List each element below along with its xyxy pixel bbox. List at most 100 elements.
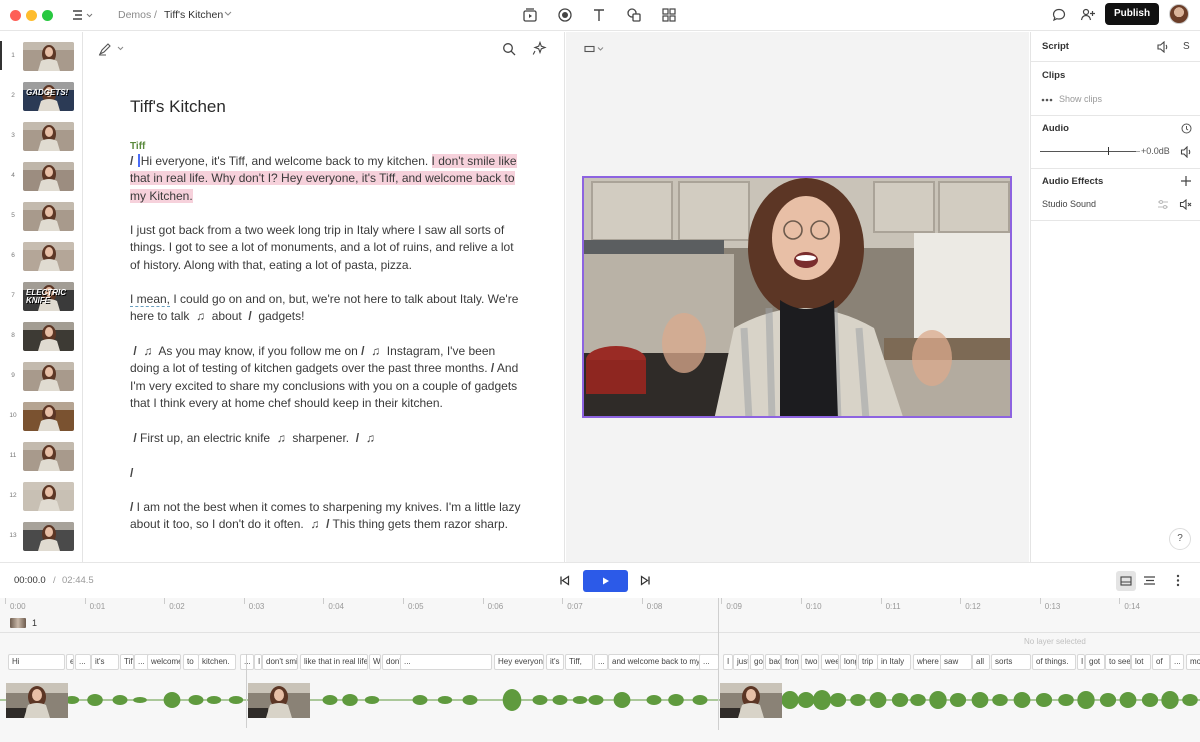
word-chip[interactable]: sorts bbox=[991, 654, 1031, 670]
show-clips-link[interactable]: Show clips bbox=[1059, 94, 1102, 104]
shapes-icon[interactable] bbox=[626, 7, 642, 23]
scene-thumbnail[interactable]: 3 bbox=[0, 120, 83, 156]
word-chip[interactable]: ... bbox=[1170, 654, 1184, 670]
word-chip[interactable]: lot bbox=[1131, 654, 1151, 670]
play-button[interactable] bbox=[583, 570, 628, 592]
word-chip[interactable]: ... bbox=[594, 654, 608, 670]
script-view-icon[interactable] bbox=[1143, 574, 1156, 587]
word-chip[interactable]: Hey everyone, bbox=[494, 654, 544, 670]
speaker-volume-icon[interactable] bbox=[1156, 41, 1170, 53]
word-chip[interactable]: of bbox=[1152, 654, 1170, 670]
scene-thumbnail[interactable]: 2 GADGETS! bbox=[0, 80, 83, 116]
scene-thumbnail[interactable]: 5 bbox=[0, 200, 83, 236]
word-chip[interactable]: in Italy bbox=[877, 654, 911, 670]
word-chip[interactable]: saw bbox=[940, 654, 972, 670]
script-paragraph[interactable]: / ♫ As you may know, if you follow me on… bbox=[130, 343, 522, 412]
more-dots-icon[interactable] bbox=[1041, 98, 1053, 102]
word-chip[interactable]: to bbox=[183, 654, 199, 670]
mute-effect-icon[interactable] bbox=[1179, 199, 1193, 210]
breadcrumb-parent[interactable]: Demos bbox=[118, 9, 151, 21]
add-collaborator-icon[interactable] bbox=[1080, 7, 1096, 23]
word-chip[interactable]: like that in real life. bbox=[300, 654, 368, 670]
skip-forward-icon[interactable] bbox=[640, 575, 651, 586]
scene-thumbnail[interactable]: 4 bbox=[0, 160, 83, 196]
gain-value[interactable]: +0.0dB bbox=[1141, 146, 1170, 156]
scene-thumbnail[interactable]: 10 bbox=[0, 400, 83, 436]
speaker-icon[interactable] bbox=[1180, 146, 1193, 158]
timeline-view-toggle[interactable] bbox=[1116, 571, 1136, 591]
scene-thumbnail[interactable]: 11 bbox=[0, 440, 83, 476]
add-effect-icon[interactable] bbox=[1180, 175, 1192, 187]
scene-thumbnail[interactable]: 1 bbox=[0, 40, 83, 76]
studio-sound-label[interactable]: Studio Sound bbox=[1042, 199, 1096, 209]
text-tool-icon[interactable] bbox=[591, 7, 607, 23]
aspect-ratio-icon[interactable] bbox=[584, 44, 606, 54]
help-button[interactable]: ? bbox=[1169, 528, 1191, 550]
script-paragraph[interactable]: / bbox=[130, 465, 522, 482]
word-chip[interactable]: welcome bbox=[147, 654, 181, 670]
close-window-button[interactable] bbox=[10, 10, 21, 21]
word-chip[interactable]: all bbox=[972, 654, 990, 670]
zoom-window-button[interactable] bbox=[42, 10, 53, 21]
word-chip[interactable]: Tiff, bbox=[120, 654, 134, 670]
skip-back-icon[interactable] bbox=[559, 575, 570, 586]
scene-thumbnail[interactable]: 7 ELECTRIC KNIFE bbox=[0, 280, 83, 316]
word-chip[interactable]: back bbox=[765, 654, 781, 670]
grid-layout-icon[interactable] bbox=[661, 7, 677, 23]
word-chip[interactable]: from bbox=[781, 654, 799, 670]
word-chip[interactable]: ... bbox=[75, 654, 91, 670]
publish-button[interactable]: Publish bbox=[1105, 3, 1159, 25]
more-vertical-icon[interactable] bbox=[1176, 574, 1180, 587]
breadcrumb-current[interactable]: Tiff's Kitchen bbox=[164, 9, 223, 21]
effect-settings-icon[interactable] bbox=[1157, 199, 1169, 210]
media-library-icon[interactable] bbox=[522, 7, 538, 23]
scene-thumbnail[interactable]: 13 bbox=[0, 520, 83, 556]
word-chip[interactable]: I bbox=[1077, 654, 1085, 670]
word-chip[interactable]: it's bbox=[91, 654, 119, 670]
scene-thumbnail[interactable]: 12 bbox=[0, 480, 83, 516]
chevron-down-icon[interactable] bbox=[224, 9, 232, 19]
word-chip[interactable]: two bbox=[801, 654, 819, 670]
word-chip[interactable]: it's bbox=[546, 654, 564, 670]
word-chip[interactable]: ... bbox=[240, 654, 254, 670]
sidebar-menu-icon[interactable] bbox=[72, 7, 94, 23]
script-editor[interactable]: Tiff's Kitchen Tiff / Hi everyone, it's … bbox=[84, 32, 565, 562]
volume-slider-handle[interactable] bbox=[1108, 147, 1109, 155]
speaker-label[interactable]: Tiff bbox=[130, 141, 145, 152]
ai-actions-icon[interactable] bbox=[532, 41, 547, 56]
pen-tool-icon[interactable] bbox=[98, 42, 124, 56]
comments-icon[interactable] bbox=[1051, 7, 1067, 23]
word-chip[interactable]: to see bbox=[1105, 654, 1131, 670]
word-chip[interactable]: got bbox=[750, 654, 764, 670]
word-chip[interactable]: I bbox=[723, 654, 733, 670]
timeline[interactable]: 0:00 0:01 0:02 0:03 0:04 0:05 0:06 0:07 0:08 0:09… bbox=[0, 598, 1200, 742]
word-chip[interactable]: Why bbox=[369, 654, 381, 670]
script-paragraph[interactable]: / I am not the best when it comes to sha… bbox=[130, 499, 522, 534]
word-chip[interactable]: Hi bbox=[8, 654, 65, 670]
word-chip[interactable]: ... bbox=[400, 654, 492, 670]
word-track[interactable]: Hieveryone,...it'sTiff,...andwelcometoki… bbox=[0, 654, 1200, 670]
script-paragraph[interactable]: / First up, an electric knife ♫ sharpene… bbox=[130, 430, 522, 447]
word-chip[interactable]: trip bbox=[858, 654, 878, 670]
word-chip[interactable]: kitchen. bbox=[198, 654, 236, 670]
audio-track[interactable] bbox=[0, 678, 1200, 722]
scene-thumbnail[interactable]: 6 bbox=[0, 240, 83, 276]
word-chip[interactable]: ... bbox=[699, 654, 719, 670]
script-paragraph[interactable]: / Hi everyone, it's Tiff, and welcome ba… bbox=[130, 153, 522, 205]
clip-thumbnail[interactable] bbox=[720, 683, 782, 718]
word-chip[interactable]: just bbox=[733, 654, 749, 670]
word-chip[interactable]: I bbox=[254, 654, 262, 670]
info-icon[interactable] bbox=[1181, 123, 1192, 134]
video-preview[interactable] bbox=[582, 176, 1012, 418]
scene-thumbnail[interactable]: 9 bbox=[0, 360, 83, 396]
search-icon[interactable] bbox=[502, 42, 516, 56]
scene-thumbnail[interactable]: 8 bbox=[0, 320, 83, 356]
word-chip[interactable]: of things. bbox=[1032, 654, 1076, 670]
document-title[interactable]: Tiff's Kitchen bbox=[130, 97, 226, 117]
word-chip[interactable]: more bbox=[1186, 654, 1200, 670]
word-chip[interactable]: don't smile bbox=[262, 654, 298, 670]
record-icon[interactable] bbox=[557, 7, 573, 23]
clip-thumbnail[interactable] bbox=[248, 683, 310, 718]
script-paragraph[interactable]: I mean, I could go on and on, but, we're… bbox=[130, 291, 522, 326]
word-chip[interactable]: everyone, bbox=[66, 654, 74, 670]
